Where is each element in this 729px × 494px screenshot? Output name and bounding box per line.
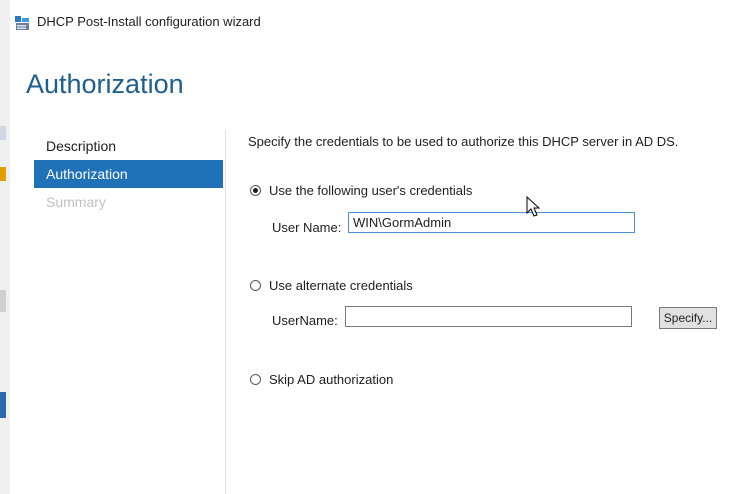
radio-button[interactable]	[250, 373, 261, 385]
alternate-username-label: UserName:	[272, 313, 338, 328]
radio-use-user-credentials[interactable]: Use the following user's credentials	[250, 181, 472, 199]
radio-skip-ad-authorization[interactable]: Skip AD authorization	[250, 370, 393, 388]
nav-item-description[interactable]: Description	[34, 132, 223, 160]
title-bar: DHCP Post-Install configuration wizard	[10, 0, 729, 42]
background-edge-mark	[0, 167, 6, 181]
page-title: Authorization	[26, 69, 184, 99]
radio-button[interactable]	[250, 279, 261, 291]
radio-use-alternate-credentials[interactable]: Use alternate credentials	[250, 276, 413, 294]
radio-button-checked[interactable]	[250, 184, 261, 196]
background-edge-mark	[0, 290, 6, 312]
background-edge-mark	[0, 392, 6, 418]
username-label: User Name:	[272, 220, 342, 235]
nav-divider	[225, 130, 226, 494]
radio-label: Use alternate credentials	[269, 277, 413, 293]
nav-item-authorization[interactable]: Authorization	[34, 160, 223, 188]
radio-label: Skip AD authorization	[269, 371, 394, 387]
alternate-username-input[interactable]	[345, 306, 632, 327]
dhcp-server-icon	[14, 15, 30, 31]
background-edge-mark	[0, 126, 6, 140]
wizard-window: DHCP Post-Install configuration wizard A…	[10, 0, 729, 494]
nav-item-summary: Summary	[46, 194, 106, 210]
window-title: DHCP Post-Install configuration wizard	[37, 14, 261, 29]
specify-button[interactable]: Specify...	[659, 307, 717, 329]
intro-text: Specify the credentials to be used to au…	[248, 134, 679, 149]
username-input[interactable]	[348, 212, 635, 233]
mouse-cursor-icon	[526, 196, 541, 217]
radio-label: Use the following user's credentials	[269, 182, 473, 198]
wizard-nav: Description Authorization Summary	[34, 132, 223, 216]
